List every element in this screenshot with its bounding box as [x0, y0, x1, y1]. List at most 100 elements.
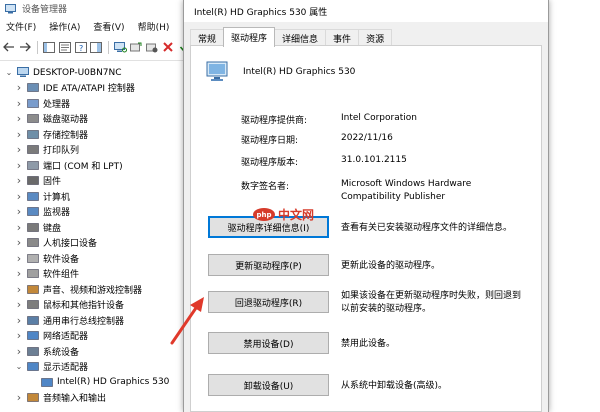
properties-icon: [58, 41, 71, 53]
tree-item[interactable]: › 计算机: [14, 189, 70, 204]
tree-item[interactable]: ⌄ 显示适配器: [14, 359, 88, 374]
dialog-title: Intel(R) HD Graphics 530 属性: [184, 0, 548, 22]
audio-icon: [27, 393, 39, 402]
tree-item[interactable]: › 存储控制器: [14, 127, 88, 142]
date-label: 驱动程序日期:: [241, 136, 299, 146]
forward-arrow-icon: [20, 42, 32, 52]
scan-hardware-button[interactable]: [113, 40, 127, 54]
uninstall-device-desc: 从系统中卸载设备(高级)。: [341, 381, 448, 391]
tree-item[interactable]: › 声音、视频和游戏控制器: [14, 282, 142, 297]
update-driver-toolbar-button[interactable]: [130, 40, 143, 54]
svg-text:?: ?: [79, 44, 83, 53]
forward-button[interactable]: [19, 40, 32, 54]
tree-item[interactable]: › 音频输入和输出: [14, 390, 106, 405]
chevron-down-icon[interactable]: ⌄: [4, 68, 14, 78]
computer-icon: [27, 191, 39, 201]
tree-item-label: 监视器: [43, 208, 71, 218]
tree-item[interactable]: › 鼠标和其他指针设备: [14, 297, 124, 312]
tree-item-label: 端口 (COM 和 LPT): [43, 161, 123, 172]
tree-item[interactable]: › 端口 (COM 和 LPT): [14, 158, 123, 173]
tree-item[interactable]: › 人机接口设备: [14, 235, 97, 250]
tree-item[interactable]: › 磁盘驱动器: [14, 111, 88, 126]
show-hide-console-tree-button[interactable]: [42, 40, 56, 54]
tree-item[interactable]: › 键盘: [14, 220, 61, 235]
chevron-right-icon[interactable]: ›: [14, 283, 24, 296]
date-value: 2022/11/16: [341, 133, 393, 143]
disk-drive-icon: [27, 114, 39, 123]
tree-item[interactable]: › 监视器: [14, 204, 70, 219]
php-logo-text: 中文网: [278, 208, 315, 222]
processor-icon: [27, 98, 39, 108]
tree-item[interactable]: › 系统设备: [14, 344, 79, 359]
chevron-right-icon[interactable]: ›: [14, 221, 24, 234]
chevron-right-icon[interactable]: ›: [14, 236, 24, 249]
help-toolbar-button[interactable]: ?: [74, 40, 87, 54]
tree-item-label: 打印队列: [43, 146, 80, 156]
menu-file[interactable]: 文件(F): [6, 20, 36, 33]
tree-item-label: 人机接口设备: [43, 239, 98, 249]
chevron-right-icon[interactable]: ›: [14, 112, 24, 125]
uninstall-device-button[interactable]: 卸载设备(U): [208, 374, 329, 396]
tree-item-label: 存储控制器: [43, 130, 89, 141]
tab-driver[interactable]: 驱动程序: [223, 27, 276, 47]
tree-item-label: Intel(R) HD Graphics 530: [57, 377, 170, 387]
chevron-right-icon[interactable]: ›: [14, 143, 24, 156]
tree-item[interactable]: › IDE ATA/ATAPI 控制器: [14, 80, 135, 95]
menu-view[interactable]: 查看(V): [93, 20, 124, 33]
chevron-right-icon[interactable]: ›: [14, 391, 24, 404]
tree-root[interactable]: ⌄ DESKTOP-U0BN7NC: [4, 65, 122, 80]
menu-action[interactable]: 操作(A): [49, 20, 80, 33]
disable-device-desc: 禁用此设备。: [341, 339, 396, 349]
ide-controller-icon: [27, 83, 39, 92]
help-icon: ?: [74, 41, 87, 53]
tree-item[interactable]: › 通用串行总线控制器: [14, 313, 124, 328]
roll-back-driver-button[interactable]: 回退驱动程序(R): [208, 291, 329, 313]
chevron-right-icon[interactable]: ›: [14, 128, 24, 141]
software-device-icon: [27, 253, 39, 263]
port-icon: [27, 160, 39, 170]
red-arrow-annotation: [170, 297, 204, 345]
tree-item[interactable]: › 处理器: [14, 96, 70, 111]
uninstall-x-icon: [163, 42, 173, 52]
tree-item[interactable]: › 打印队列: [14, 142, 79, 157]
display-adapter-icon: [41, 377, 53, 387]
tree-item[interactable]: › 网络适配器: [14, 328, 88, 343]
php-watermark: php 中文网: [253, 206, 314, 223]
provider-label: 驱动程序提供商:: [241, 116, 308, 126]
uninstall-device-toolbar-button[interactable]: [161, 40, 174, 54]
tree-root-label: DESKTOP-U0BN7NC: [33, 67, 122, 78]
disable-device-button[interactable]: 禁用设备(D): [208, 332, 329, 354]
roll-back-driver-desc: 如果该设备在更新驱动程序时失败，则回退到以前安装的驱动程序。: [341, 291, 522, 314]
chevron-right-icon[interactable]: ›: [14, 298, 24, 311]
driver-details-desc: 查看有关已安装驱动程序文件的详细信息。: [341, 223, 513, 233]
chevron-right-icon[interactable]: ›: [14, 159, 24, 172]
chevron-right-icon[interactable]: ›: [14, 329, 24, 342]
tree-item-label: 软件组件: [43, 270, 80, 280]
chevron-right-icon[interactable]: ›: [14, 190, 24, 203]
chevron-right-icon[interactable]: ›: [14, 174, 24, 187]
tree-item-label: 网络适配器: [43, 332, 89, 342]
menu-help[interactable]: 帮助(H): [138, 20, 170, 33]
tree-item[interactable]: › 软件设备: [14, 251, 79, 266]
chevron-down-icon[interactable]: ⌄: [14, 362, 24, 372]
device-manager-app-icon: [5, 3, 16, 13]
action-pane-button[interactable]: [90, 40, 103, 54]
hid-icon: [27, 238, 39, 247]
chevron-right-icon[interactable]: ›: [14, 314, 24, 327]
disable-device-toolbar-button[interactable]: [145, 40, 159, 54]
chevron-right-icon[interactable]: ›: [14, 345, 24, 358]
chevron-right-icon[interactable]: ›: [14, 252, 24, 265]
tree-item-label: 软件设备: [43, 254, 80, 265]
chevron-right-icon[interactable]: ›: [14, 81, 24, 94]
signer-label: 数字签名者:: [241, 182, 290, 192]
properties-toolbar-button[interactable]: [58, 40, 71, 54]
chevron-right-icon[interactable]: ›: [14, 205, 24, 218]
tree-item-label: 鼠标和其他指针设备: [43, 301, 125, 311]
chevron-right-icon[interactable]: ›: [14, 267, 24, 280]
chevron-right-icon[interactable]: ›: [14, 97, 24, 110]
tree-item[interactable]: › 固件: [14, 173, 61, 188]
tree-item[interactable]: › 软件组件: [14, 266, 79, 281]
update-driver-button[interactable]: 更新驱动程序(P): [208, 254, 329, 276]
tree-item[interactable]: Intel(R) HD Graphics 530: [38, 375, 169, 390]
back-button[interactable]: [3, 40, 16, 54]
